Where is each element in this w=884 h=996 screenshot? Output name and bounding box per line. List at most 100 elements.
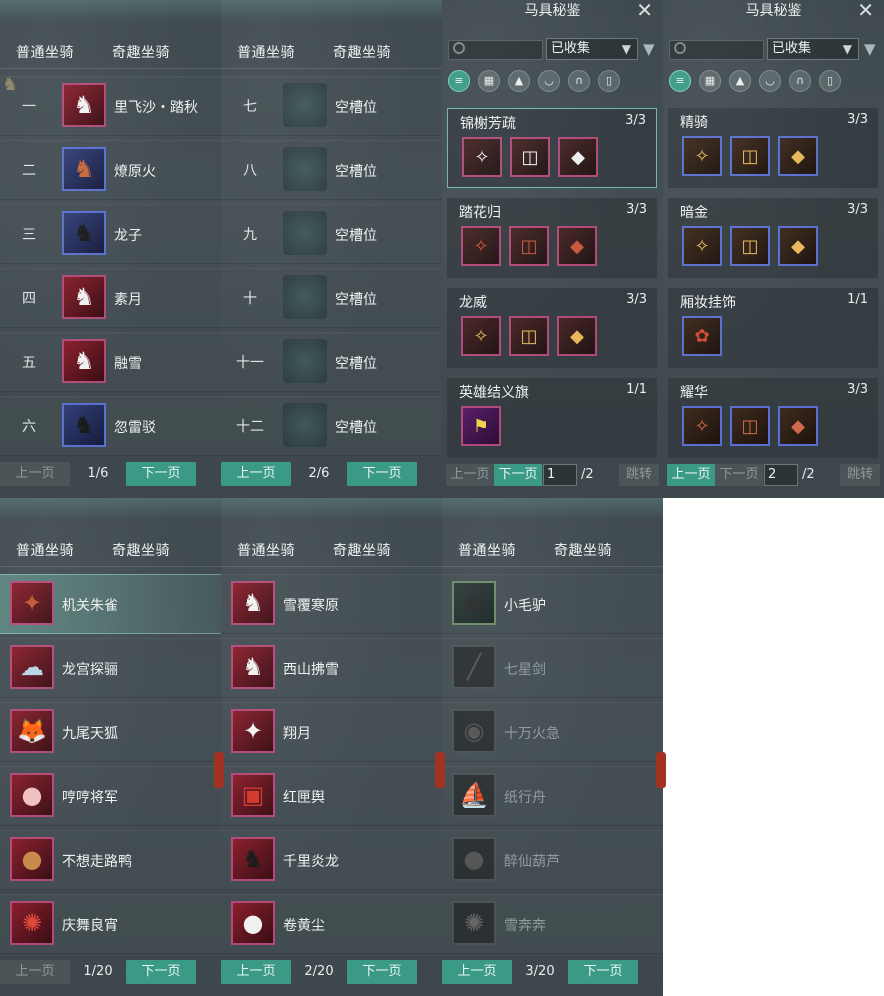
barding-icon[interactable]: ◆: [778, 136, 818, 176]
mount-slot[interactable]: ● 不想走路鸭: [0, 830, 221, 890]
close-icon[interactable]: ✕: [636, 0, 653, 22]
page-number-input[interactable]: 2: [764, 464, 798, 486]
tab-normal-mounts[interactable]: 普通坐骑: [237, 42, 295, 62]
bridle-icon[interactable]: ✧: [461, 316, 501, 356]
tack-set-group[interactable]: 锦榭芳疏 3/3 ✧ ◫ ◆: [447, 108, 657, 188]
mount-slot[interactable]: ✺ 庆舞良宵: [0, 894, 221, 954]
page-number-input[interactable]: 1: [543, 464, 577, 486]
tack-set-group[interactable]: 踏花归 3/3 ✧ ◫ ◆: [447, 198, 657, 278]
prev-page-button[interactable]: 上一页: [442, 960, 512, 984]
bridle-icon[interactable]: ✧: [462, 137, 502, 177]
prev-page-button[interactable]: 上一页: [221, 462, 291, 486]
list-all-icon[interactable]: ≡: [448, 70, 470, 92]
mount-slot[interactable]: ⛵ 纸行舟: [442, 766, 663, 826]
search-input[interactable]: [669, 40, 764, 60]
next-page-button[interactable]: 下一页: [347, 462, 417, 486]
collection-filter-select[interactable]: 已收集 ▼: [546, 38, 638, 60]
empty-mount-slot[interactable]: 九 空槽位: [221, 204, 442, 264]
saddle-icon[interactable]: ◫: [730, 226, 770, 266]
tab-normal-mounts[interactable]: 普通坐骑: [458, 540, 516, 560]
tab-fun-mounts[interactable]: 奇趣坐骑: [333, 540, 391, 560]
funnel-icon[interactable]: ▼: [864, 40, 876, 58]
prev-page-button[interactable]: 上一页: [0, 960, 70, 984]
mount-slot[interactable]: 二 ♞ 燎原火: [0, 140, 221, 200]
mount-slot[interactable]: 五 ♞ 融雪: [0, 332, 221, 392]
bridle-icon[interactable]: ✧: [461, 226, 501, 266]
tab-fun-mounts[interactable]: 奇趣坐骑: [333, 42, 391, 62]
ornament-icon[interactable]: ✿: [682, 316, 722, 356]
mount-slot[interactable]: ✦ 翔月: [221, 702, 442, 762]
tab-fun-mounts[interactable]: 奇趣坐骑: [112, 540, 170, 560]
saddle-icon[interactable]: ◫: [509, 316, 549, 356]
bridle-icon[interactable]: ✧: [682, 136, 722, 176]
barding-icon[interactable]: ◆: [778, 406, 818, 446]
saddle-icon[interactable]: ◫: [510, 137, 550, 177]
prev-page-button[interactable]: 上一页: [0, 462, 70, 486]
mount-slot[interactable]: ● 卷黄尘: [221, 894, 442, 954]
mount-slot[interactable]: ● 哼哼将军: [0, 766, 221, 826]
mount-slot[interactable]: 四 ♞ 素月: [0, 268, 221, 328]
tab-fun-mounts[interactable]: 奇趣坐骑: [554, 540, 612, 560]
empty-mount-slot[interactable]: 八 空槽位: [221, 140, 442, 200]
tack-set-group[interactable]: 厢妆挂饰 1/1 ✿: [668, 288, 878, 368]
grid-icon[interactable]: ▦: [478, 70, 500, 92]
tab-normal-mounts[interactable]: 普通坐骑: [16, 42, 74, 62]
empty-mount-slot[interactable]: 七 空槽位: [221, 76, 442, 136]
saddle-icon[interactable]: ◫: [730, 136, 770, 176]
mount-slot[interactable]: ◉ 十万火急: [442, 702, 663, 762]
mount-slot[interactable]: ╱ 七星剑: [442, 638, 663, 698]
mount-slot[interactable]: ♞ 千里炎龙: [221, 830, 442, 890]
ornament-icon[interactable]: ▯: [819, 70, 841, 92]
barding-icon[interactable]: ◆: [557, 316, 597, 356]
close-icon[interactable]: ✕: [857, 0, 874, 22]
mount-slot[interactable]: ♞ 小毛驴: [442, 574, 663, 634]
head-gear-icon[interactable]: ▲: [729, 70, 751, 92]
search-input[interactable]: [448, 40, 543, 60]
mount-slot[interactable]: ✦ 机关朱雀: [0, 574, 221, 634]
horseshoe-icon[interactable]: ∩: [568, 70, 590, 92]
mount-slot[interactable]: ♞ 西山拂雪: [221, 638, 442, 698]
head-gear-icon[interactable]: ▲: [508, 70, 530, 92]
mount-slot[interactable]: 三 ♞ 龙子: [0, 204, 221, 264]
empty-mount-slot[interactable]: 十 空槽位: [221, 268, 442, 328]
collection-filter-select[interactable]: 已收集 ▼: [767, 38, 859, 60]
saddle-icon[interactable]: ◫: [730, 406, 770, 446]
mount-slot[interactable]: 一 ♞ 里飞沙・踏秋: [0, 76, 221, 136]
saddle-icon[interactable]: ◫: [509, 226, 549, 266]
mount-slot[interactable]: 六 ♞ 忽雷驳: [0, 396, 221, 456]
tack-set-group[interactable]: 暗金 3/3 ✧ ◫ ◆: [668, 198, 878, 278]
mount-slot[interactable]: ✺ 雪奔奔: [442, 894, 663, 954]
list-all-icon[interactable]: ≡: [669, 70, 691, 92]
grid-icon[interactable]: ▦: [699, 70, 721, 92]
tab-normal-mounts[interactable]: 普通坐骑: [237, 540, 295, 560]
jump-button[interactable]: 跳转: [840, 464, 880, 486]
mount-slot[interactable]: ♞ 雪覆寒原: [221, 574, 442, 634]
empty-mount-slot[interactable]: 十二 空槽位: [221, 396, 442, 456]
next-page-button[interactable]: 下一页: [494, 464, 542, 486]
saddle-icon[interactable]: ◡: [538, 70, 560, 92]
barding-icon[interactable]: ◆: [778, 226, 818, 266]
mount-slot[interactable]: ● 醉仙葫芦: [442, 830, 663, 890]
prev-page-button[interactable]: 上一页: [221, 960, 291, 984]
prev-page-button[interactable]: 上一页: [667, 464, 715, 486]
barding-icon[interactable]: ◆: [558, 137, 598, 177]
bridle-icon[interactable]: ✧: [682, 406, 722, 446]
bridle-icon[interactable]: ✧: [682, 226, 722, 266]
tack-set-group[interactable]: 耀华 3/3 ✧ ◫ ◆: [668, 378, 878, 458]
next-page-button[interactable]: 下一页: [568, 960, 638, 984]
next-page-button[interactable]: 下一页: [347, 960, 417, 984]
mount-slot[interactable]: ▣ 红匣舆: [221, 766, 442, 826]
empty-mount-slot[interactable]: 十一 空槽位: [221, 332, 442, 392]
jump-button[interactable]: 跳转: [619, 464, 659, 486]
ornament-icon[interactable]: ▯: [598, 70, 620, 92]
next-page-button[interactable]: 下一页: [126, 960, 196, 984]
funnel-icon[interactable]: ▼: [643, 40, 655, 58]
next-page-button[interactable]: 下一页: [126, 462, 196, 486]
mount-slot[interactable]: ☁ 龙宫探骊: [0, 638, 221, 698]
prev-page-button[interactable]: 上一页: [446, 464, 494, 486]
horseshoe-icon[interactable]: ∩: [789, 70, 811, 92]
tab-fun-mounts[interactable]: 奇趣坐骑: [112, 42, 170, 62]
saddle-icon[interactable]: ◡: [759, 70, 781, 92]
next-page-button[interactable]: 下一页: [715, 464, 763, 486]
tack-set-group[interactable]: 英雄结义旗 1/1 ⚑: [447, 378, 657, 458]
